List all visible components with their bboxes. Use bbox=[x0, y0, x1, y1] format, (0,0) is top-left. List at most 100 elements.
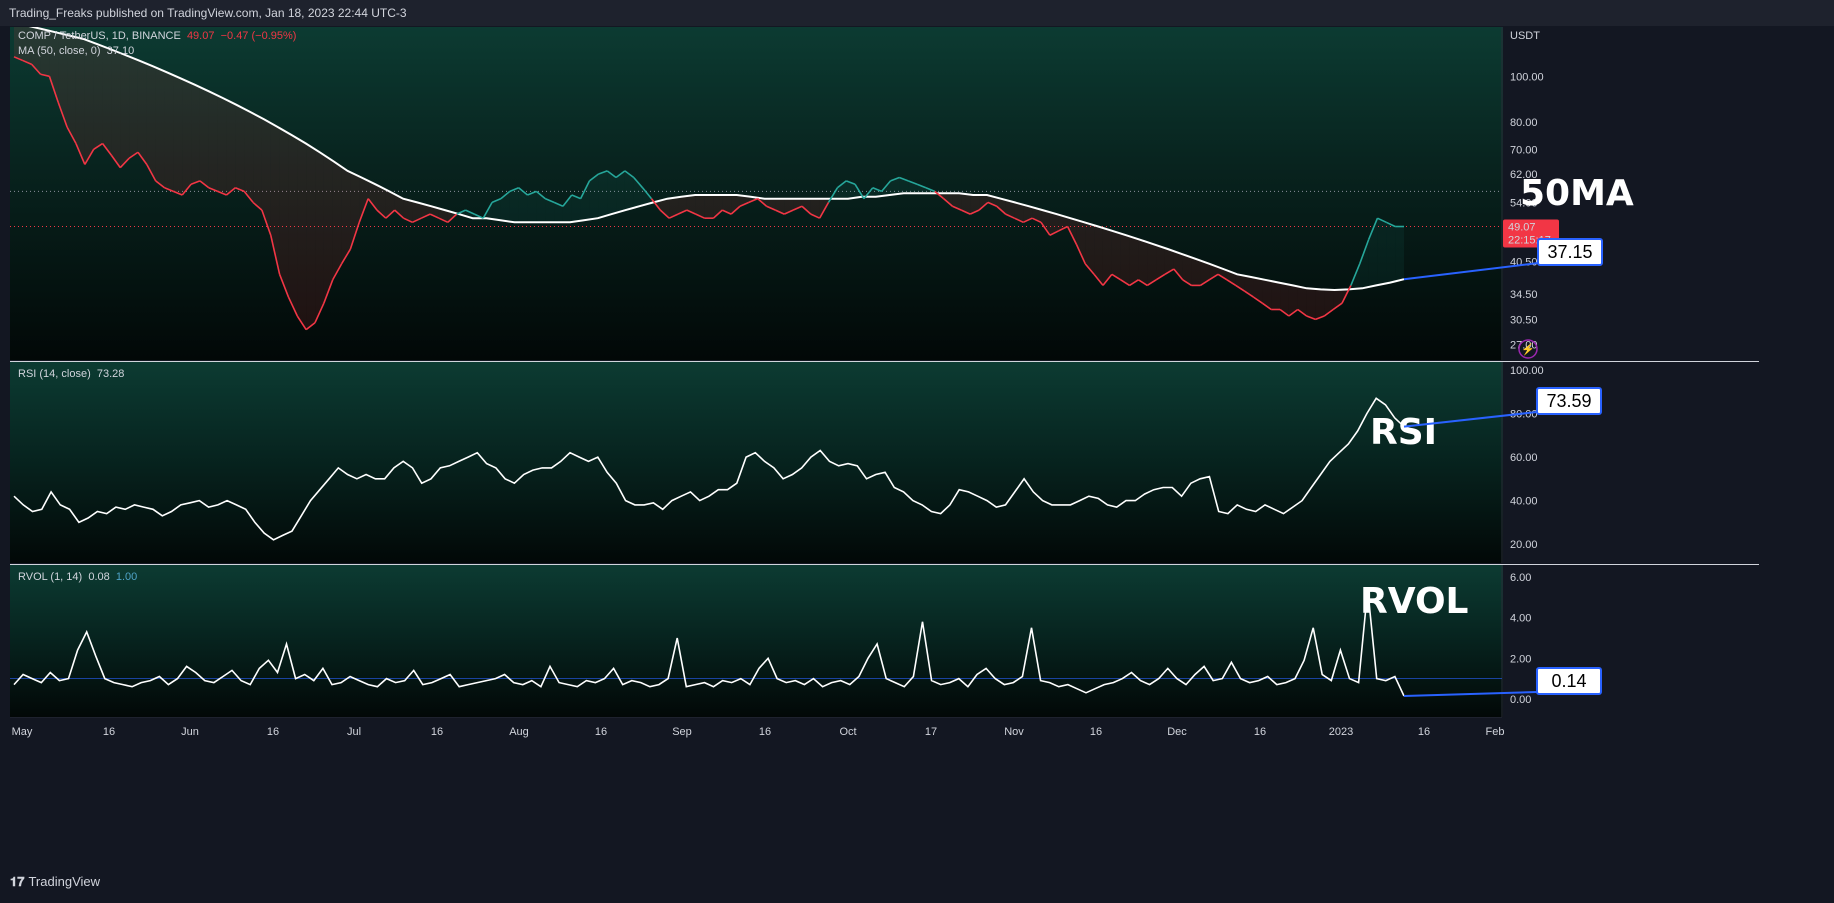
price-ma-fill bbox=[199, 87, 209, 188]
price-legend: COMP / TetherUS, 1D, BINANCE 49.07 −0.47… bbox=[18, 30, 296, 42]
lightning-glyph: ⚡ bbox=[1521, 343, 1535, 356]
rvol-legend-value2: 1.00 bbox=[115, 571, 138, 583]
price-ma-fill bbox=[164, 71, 174, 192]
chart-frame[interactable]: 100.00 80.00 70.00 62.00 54.00 40.50 34.50 30.5… bbox=[10, 27, 1759, 861]
rsi-chart-svg: 100.0080.0060.0040.0020.00RSI73.59 bbox=[13, 362, 1759, 563]
price-ma-fill bbox=[297, 138, 307, 330]
price-ma-fill bbox=[288, 133, 298, 317]
osc-line bbox=[13, 589, 1405, 697]
price-ma-fill bbox=[1386, 222, 1396, 284]
price-ma-fill bbox=[1129, 236, 1139, 286]
price-ma-fill bbox=[341, 166, 351, 264]
price-ma-fill bbox=[84, 39, 94, 165]
footer-brand: TradingView bbox=[28, 874, 101, 889]
rsi-legend-value: 73.28 bbox=[96, 368, 125, 380]
price-ma-fill bbox=[208, 91, 218, 192]
price-ma-fill bbox=[1120, 233, 1130, 286]
legend-symbol: COMP / TetherUS, 1D, BINANCE bbox=[18, 30, 181, 42]
price-ma-fill bbox=[1271, 281, 1281, 310]
price-ma-fill bbox=[182, 79, 192, 195]
price-ma-fill bbox=[155, 67, 165, 188]
price-ma-fill bbox=[1377, 218, 1387, 286]
price-pane[interactable]: 100.00 80.00 70.00 62.00 54.00 40.50 34.50 30.5… bbox=[10, 27, 1759, 360]
time-axis-label: Jul bbox=[347, 726, 361, 738]
annotation-50ma: 50MA bbox=[1520, 173, 1634, 214]
price-ma-fill bbox=[1138, 239, 1148, 286]
osc-callout-text: 73.59 bbox=[1546, 391, 1591, 411]
price-ma-fill bbox=[598, 170, 608, 219]
osc-tick-label: 2.00 bbox=[1510, 653, 1531, 665]
time-axis-label: Feb bbox=[1486, 726, 1505, 738]
published-header: Trading_Freaks published on TradingView.… bbox=[0, 0, 1834, 26]
price-axis-currency: USDT bbox=[1510, 30, 1540, 42]
price-ma-fill bbox=[173, 75, 183, 195]
time-axis-label: 16 bbox=[431, 726, 443, 738]
time-axis-label: Oct bbox=[839, 726, 856, 738]
price-ma-fill bbox=[562, 194, 572, 223]
osc-tick-label: 60.00 bbox=[1510, 452, 1538, 464]
price-ma-fill bbox=[129, 56, 138, 159]
price-ma-fill bbox=[146, 63, 156, 181]
price-tick-label: 34.50 bbox=[1510, 289, 1538, 301]
price-tag-value: 49.07 bbox=[1508, 222, 1536, 234]
time-axis-label: Sep bbox=[672, 726, 692, 738]
legend-ma-name: MA (50, close, 0) bbox=[18, 45, 101, 57]
osc-tick-label: 20.00 bbox=[1510, 539, 1538, 551]
time-axis-label: 2023 bbox=[1329, 726, 1353, 738]
rvol-legend: RVOL (1, 14) 0.08 1.00 bbox=[18, 571, 137, 583]
tradingview-logo-icon: 𝟏𝟕 bbox=[10, 874, 25, 889]
time-axis-label: May bbox=[12, 726, 33, 738]
osc-annotation: RVOL bbox=[1360, 581, 1469, 622]
rsi-pane[interactable]: 100.00 80.00 60.00 40.00 20.00 RSI 73.59 RSI (… bbox=[10, 361, 1759, 563]
rvol-legend-name: RVOL (1, 14) bbox=[18, 571, 83, 583]
rsi-legend: RSI (14, close) 73.28 bbox=[18, 368, 124, 380]
price-ma-fill bbox=[580, 180, 590, 221]
time-axis-label: 17 bbox=[925, 726, 937, 738]
price-ma-fill bbox=[226, 99, 236, 195]
price-ma-fill bbox=[137, 60, 147, 165]
price-ma-fill bbox=[1297, 286, 1307, 317]
time-axis-label: 16 bbox=[1418, 726, 1430, 738]
time-axis-label: 16 bbox=[267, 726, 279, 738]
time-axis-label: Dec bbox=[1167, 726, 1187, 738]
osc-tick-label: 0.00 bbox=[1510, 694, 1531, 706]
price-ma-fill bbox=[1076, 219, 1086, 264]
legend-close: 49.07 bbox=[186, 30, 215, 42]
time-axis-label: Nov bbox=[1004, 726, 1024, 738]
rvol-pane[interactable]: 6.00 4.00 2.00 0.00 RVOL 0.14 RVOL (1, 14) 0.… bbox=[10, 564, 1759, 717]
price-ma-fill bbox=[120, 52, 130, 168]
footer: 𝟏𝟕 TradingView bbox=[10, 874, 100, 890]
price-ma-fill bbox=[102, 46, 112, 156]
price-ma-fill bbox=[571, 194, 581, 223]
price-chart-svg: 100.0080.0070.0062.0054.0040.5034.5030.5… bbox=[10, 27, 1759, 360]
price-ma-fill bbox=[1111, 230, 1121, 280]
price-ma-fill bbox=[1395, 226, 1404, 282]
time-axis-label: 16 bbox=[103, 726, 115, 738]
osc-tick-label: 100.00 bbox=[1510, 365, 1544, 377]
price-ma-fill bbox=[306, 143, 316, 330]
price-ma-fill bbox=[1359, 239, 1369, 289]
price-ma-fill bbox=[509, 187, 519, 223]
price-ma-fill bbox=[191, 83, 200, 185]
ma-callout-text: 37.15 bbox=[1547, 242, 1592, 262]
rvol-chart-svg: 6.00 4.00 2.00 0.00 RVOL 0.14 bbox=[10, 565, 1759, 717]
osc-tick-label: 6.00 bbox=[1510, 572, 1531, 584]
price-ma-fill bbox=[1306, 288, 1316, 320]
rsi-legend-name: RSI (14, close) bbox=[18, 368, 91, 380]
time-axis[interactable]: May 16 Jun 16 Jul 16 Aug 16 Sep 16 Oct 17 Nov 16 Dec 16… bbox=[10, 717, 1759, 747]
price-ma-fill bbox=[332, 160, 342, 280]
price-ma-fill bbox=[279, 128, 289, 298]
price-tick-label: 100.00 bbox=[1510, 71, 1544, 83]
price-ma-fill bbox=[1041, 209, 1050, 236]
ma-legend: MA (50, close, 0) 37.10 bbox=[18, 45, 134, 57]
price-ma-fill bbox=[607, 170, 617, 216]
time-axis-label: Jun bbox=[181, 726, 199, 738]
osc-tick-label: 40.00 bbox=[1510, 496, 1538, 508]
price-ma-fill bbox=[261, 118, 271, 236]
osc-callout-text: 0.14 bbox=[1551, 671, 1586, 691]
price-ma-fill bbox=[244, 108, 254, 203]
price-ma-fill bbox=[253, 113, 262, 211]
price-ma-fill bbox=[315, 149, 324, 323]
time-axis-label: Aug bbox=[509, 726, 529, 738]
price-ma-fill bbox=[704, 194, 714, 219]
